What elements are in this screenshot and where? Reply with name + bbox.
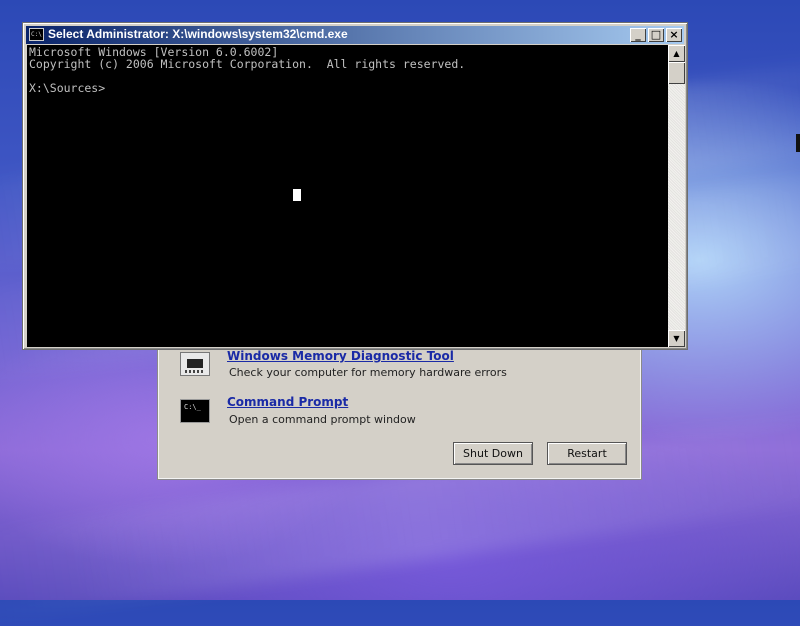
- memory-diagnostic-link[interactable]: Windows Memory Diagnostic Tool: [227, 349, 454, 363]
- command-prompt-description: Open a command prompt window: [229, 413, 416, 426]
- close-button[interactable]: ×: [666, 28, 682, 42]
- cmd-window-icon[interactable]: C:\.: [29, 28, 45, 41]
- restart-button[interactable]: Restart: [547, 442, 627, 465]
- memory-diagnostic-description: Check your computer for memory hardware …: [229, 366, 507, 379]
- system-recovery-dialog: Windows Memory Diagnostic Tool Check you…: [157, 335, 642, 480]
- console-line-copyright: Copyright (c) 2006 Microsoft Corporation…: [29, 57, 466, 71]
- shut-down-button[interactable]: Shut Down: [453, 442, 533, 465]
- scroll-up-arrow-icon[interactable]: ▲: [668, 45, 685, 62]
- command-prompt-link[interactable]: Command Prompt: [227, 395, 348, 409]
- scrollbar-thumb[interactable]: [668, 62, 685, 84]
- text-cursor: [293, 189, 301, 201]
- console-prompt: X:\Sources>: [29, 81, 106, 95]
- maximize-button[interactable]: □: [648, 28, 664, 42]
- minimize-button[interactable]: _: [630, 28, 646, 42]
- vertical-scrollbar[interactable]: ▲ ▼: [668, 45, 685, 347]
- cmd-window[interactable]: C:\. Select Administrator: X:\windows\sy…: [22, 22, 688, 350]
- command-prompt-icon: C:\_: [180, 399, 210, 423]
- cmd-window-title: Select Administrator: X:\windows\system3…: [48, 27, 348, 41]
- scroll-down-arrow-icon[interactable]: ▼: [668, 330, 685, 347]
- cmd-titlebar[interactable]: C:\. Select Administrator: X:\windows\sy…: [26, 26, 684, 44]
- offscreen-window-edge: [796, 134, 800, 152]
- console-output[interactable]: Microsoft Windows [Version 6.0.6002] Cop…: [27, 45, 668, 347]
- memory-chip-icon: [180, 352, 210, 376]
